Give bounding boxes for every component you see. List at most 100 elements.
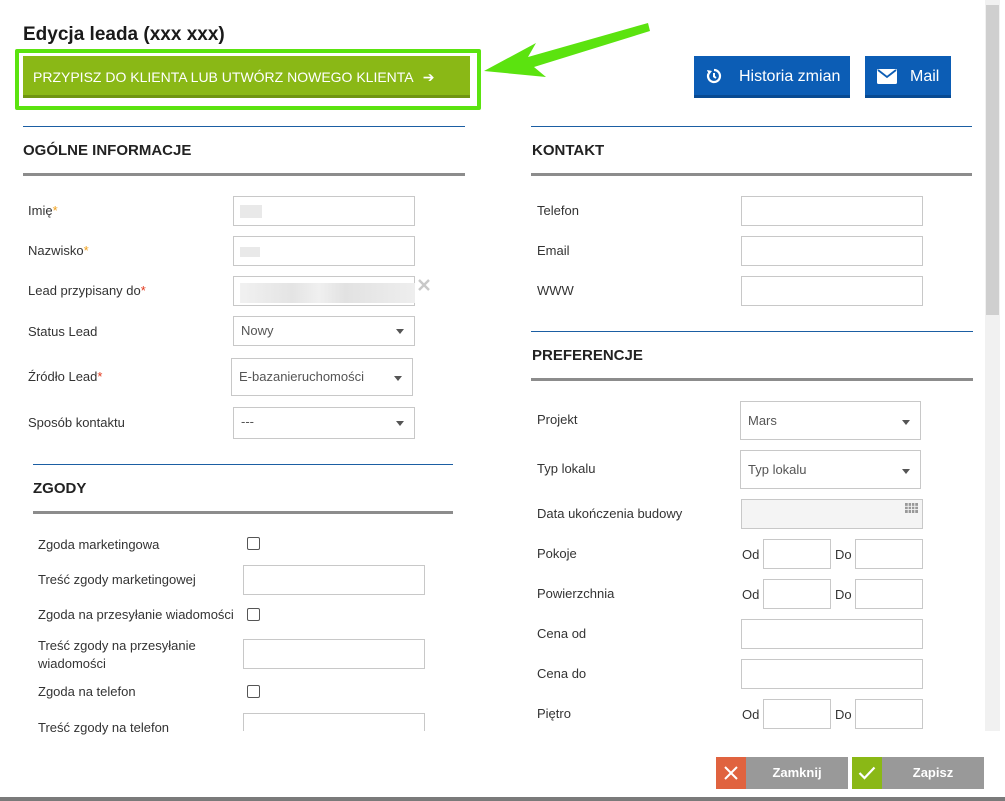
marketing-consent-checkbox[interactable] (247, 537, 260, 550)
unit-type-select[interactable]: Typ lokalu (740, 450, 921, 489)
last-name-label: Nazwisko* (28, 243, 89, 258)
marketing-text-input[interactable] (243, 565, 425, 595)
preferences-section-title: PREFERENCJE (532, 347, 643, 364)
source-label: Źródło Lead* (28, 369, 103, 384)
section-underline (531, 173, 972, 176)
lead-edit-modal: Edycja leada (xxx xxx) PRZYPISZ DO KLIEN… (0, 0, 1005, 801)
contact-section-title: KONTAKT (532, 142, 605, 159)
contact-method-value: --- (241, 414, 254, 429)
caret-down-icon (396, 329, 404, 334)
source-select[interactable]: E-bazanieruchomości (231, 358, 413, 396)
caret-down-icon (396, 421, 404, 426)
caret-down-icon (394, 376, 402, 381)
close-label: Zamknij (772, 765, 822, 780)
close-button[interactable]: Zamknij (716, 757, 848, 789)
source-value: E-bazanieruchomości (239, 369, 365, 384)
marketing-consent-label: Zgoda marketingowa (38, 537, 160, 552)
price-from-input[interactable] (741, 619, 923, 649)
project-value: Mars (748, 413, 777, 428)
mail-button[interactable]: Mail (865, 56, 951, 98)
area-to-input[interactable] (855, 579, 923, 609)
unit-type-label: Typ lokalu (537, 461, 596, 476)
floor-from-label: Od (742, 707, 760, 722)
phone-label: Telefon (537, 203, 579, 218)
rooms-label: Pokoje (537, 546, 577, 561)
price-to-input[interactable] (741, 659, 923, 689)
section-divider (531, 126, 972, 127)
price-to-label: Cena do (537, 666, 587, 681)
redacted-value (240, 247, 260, 257)
email-label: Email (537, 243, 570, 258)
section-underline (23, 173, 465, 176)
status-label: Status Lead (28, 324, 98, 339)
scrollbar-thumb[interactable] (986, 5, 999, 315)
assign-client-label: PRZYPISZ DO KLIENTA LUB UTWÓRZ NOWEGO KL… (33, 69, 413, 85)
clear-icon[interactable] (418, 279, 430, 291)
caret-down-icon (902, 420, 910, 425)
messages-consent-label: Zgoda na przesyłanie wiadomości (38, 607, 234, 622)
save-label: Zapisz (912, 765, 954, 780)
save-button[interactable]: Zapisz (852, 757, 984, 789)
floor-label: Piętro (537, 706, 571, 721)
calendar-icon[interactable] (905, 503, 918, 513)
assign-client-button[interactable]: PRZYPISZ DO KLIENTA LUB UTWÓRZ NOWEGO KL… (23, 56, 470, 98)
www-label: WWW (537, 283, 574, 298)
phone-consent-checkbox[interactable] (247, 685, 260, 698)
status-value: Nowy (241, 323, 274, 338)
section-divider (33, 464, 453, 465)
section-divider (23, 126, 465, 127)
section-divider (531, 331, 973, 332)
marketing-text-label: Treść zgody marketingowej (38, 572, 196, 587)
contact-method-select[interactable]: --- (233, 407, 415, 439)
phone-input[interactable] (741, 196, 923, 226)
completion-date-label: Data ukończenia budowy (537, 506, 683, 521)
unit-type-value: Typ lokalu (748, 462, 807, 477)
assigned-to-label: Lead przypisany do* (28, 283, 146, 298)
area-label: Powierzchnia (537, 586, 615, 601)
history-label: Historia zmian (739, 68, 841, 85)
close-icon-box (716, 757, 746, 789)
envelope-icon (877, 69, 897, 84)
completion-date-input[interactable] (741, 499, 923, 529)
rooms-to-input[interactable] (855, 539, 923, 569)
project-select[interactable]: Mars (740, 401, 921, 440)
caret-down-icon (902, 469, 910, 474)
mail-label: Mail (910, 68, 940, 85)
last-name-input[interactable] (233, 236, 415, 266)
area-from-label: Od (742, 587, 760, 602)
floor-from-input[interactable] (763, 699, 831, 729)
status-select[interactable]: Nowy (233, 316, 415, 346)
phone-consent-label: Zgoda na telefon (38, 684, 136, 699)
email-input[interactable] (741, 236, 923, 266)
assigned-to-input[interactable] (233, 276, 415, 306)
redacted-value (240, 283, 415, 303)
area-from-input[interactable] (763, 579, 831, 609)
general-section-title: OGÓLNE INFORMACJE (23, 142, 192, 159)
area-to-label: Do (835, 587, 852, 602)
www-input[interactable] (741, 276, 923, 306)
consents-section-title: ZGODY (33, 480, 87, 497)
redacted-value (240, 205, 262, 218)
section-underline (33, 511, 453, 514)
first-name-label: Imię* (28, 203, 58, 218)
floor-to-label: Do (835, 707, 852, 722)
messages-consent-checkbox[interactable] (247, 608, 260, 621)
rooms-from-input[interactable] (763, 539, 831, 569)
arrow-right-icon: ➔ (422, 69, 435, 85)
rooms-from-label: Od (742, 547, 760, 562)
first-name-input[interactable] (233, 196, 415, 226)
history-icon (706, 68, 722, 84)
phone-text-input[interactable] (243, 713, 425, 731)
save-icon-box (852, 757, 882, 789)
page-title: Edycja leada (xxx xxx) (23, 24, 225, 45)
section-underline (531, 378, 973, 381)
check-icon (858, 766, 876, 780)
history-button[interactable]: Historia zmian (694, 56, 850, 98)
contact-method-label: Sposób kontaktu (28, 415, 125, 430)
price-from-label: Cena od (537, 626, 587, 641)
messages-text-input[interactable] (243, 639, 425, 669)
project-label: Projekt (537, 412, 578, 427)
close-icon (724, 766, 738, 780)
floor-to-input[interactable] (855, 699, 923, 729)
messages-text-label: Treść zgody na przesyłanie wiadomości (38, 638, 196, 671)
